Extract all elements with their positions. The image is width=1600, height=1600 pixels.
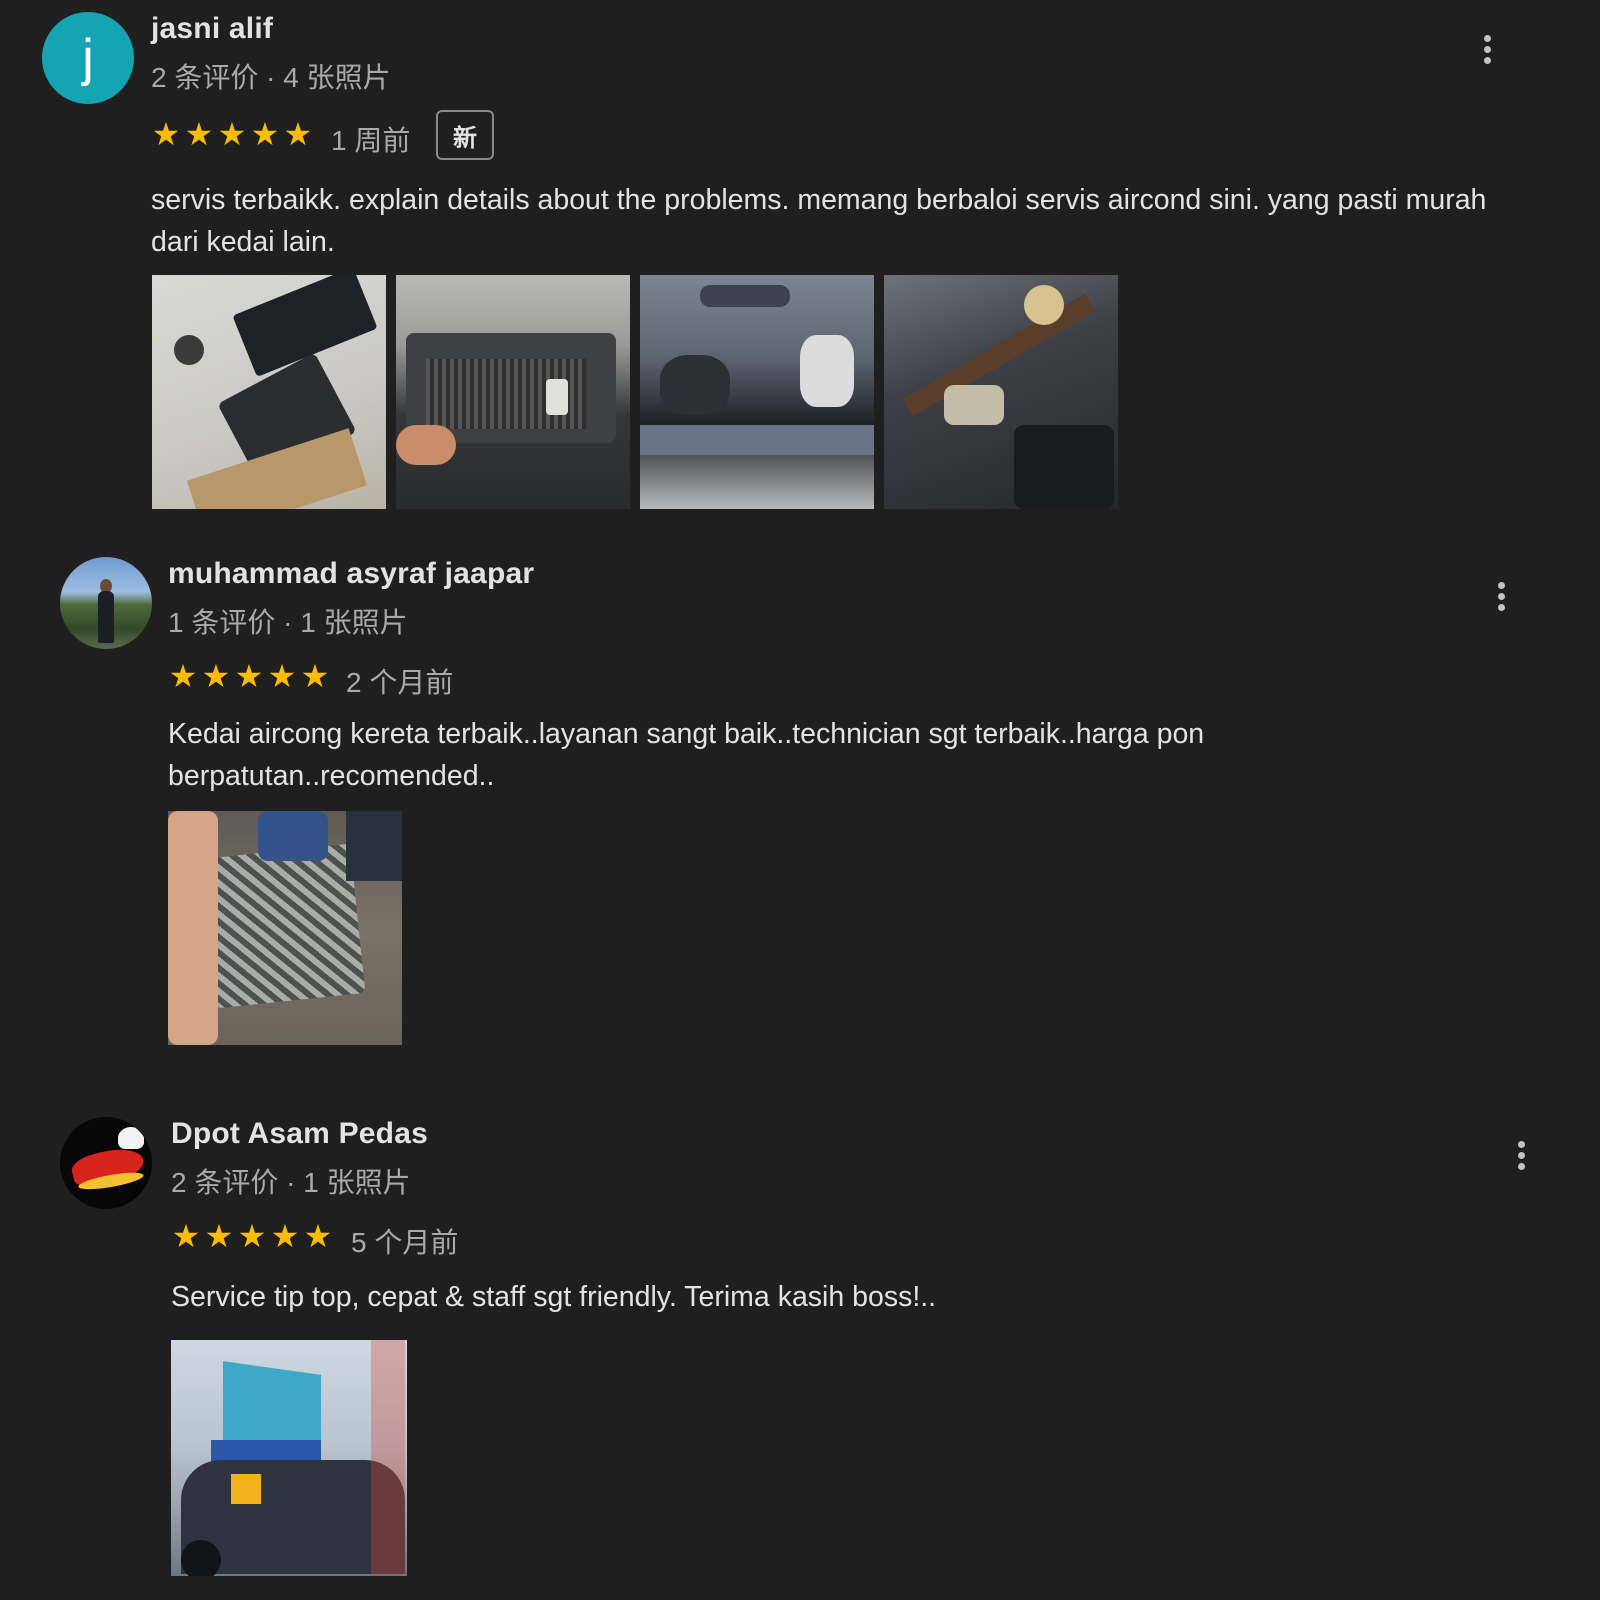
- reviewer-name[interactable]: jasni alif: [151, 12, 273, 46]
- star-icon: ★: [217, 115, 247, 153]
- avatar[interactable]: j: [42, 12, 134, 104]
- star-icon: ★: [151, 115, 181, 153]
- review-card: Dpot Asam Pedas 2 条评价 · 1 张照片 ★ ★ ★ ★ ★ …: [0, 1105, 1600, 1600]
- review-photo[interactable]: [152, 275, 386, 509]
- star-rating: ★ ★ ★ ★ ★: [171, 1217, 333, 1255]
- star-rating: ★ ★ ★ ★ ★: [151, 115, 313, 153]
- star-icon: ★: [237, 1217, 267, 1255]
- review-card: j jasni alif 2 条评价 · 4 张照片 ★ ★ ★ ★ ★ 1 周…: [0, 0, 1600, 520]
- star-icon: ★: [303, 1217, 333, 1255]
- star-icon: ★: [250, 115, 280, 153]
- star-icon: ★: [234, 657, 264, 695]
- star-icon: ★: [171, 1217, 201, 1255]
- review-text: Kedai aircong kereta terbaik..layanan sa…: [168, 718, 1205, 792]
- star-icon: ★: [168, 657, 198, 695]
- reviewer-name[interactable]: muhammad asyraf jaapar: [168, 557, 534, 591]
- star-rating: ★ ★ ★ ★ ★: [168, 657, 330, 695]
- review-photo[interactable]: [171, 1340, 407, 1576]
- avatar[interactable]: [60, 1117, 152, 1209]
- new-badge: 新: [436, 110, 494, 160]
- review-time: 5 个月前: [351, 1227, 459, 1258]
- review-text: Service tip top, cepat & staff sgt frien…: [171, 1281, 937, 1313]
- avatar[interactable]: [60, 557, 152, 649]
- more-vert-icon[interactable]: [1486, 574, 1516, 618]
- reviewer-name[interactable]: Dpot Asam Pedas: [171, 1117, 428, 1151]
- star-icon: ★: [300, 657, 330, 695]
- star-icon: ★: [204, 1217, 234, 1255]
- star-icon: ★: [184, 115, 214, 153]
- star-icon: ★: [267, 657, 297, 695]
- review-photo[interactable]: [168, 811, 402, 1045]
- star-icon: ★: [270, 1217, 300, 1255]
- more-vert-icon[interactable]: [1506, 1133, 1536, 1177]
- review-time: 1 周前: [331, 125, 411, 156]
- review-text: servis terbaikk. explain details about t…: [151, 184, 1487, 258]
- star-icon: ★: [201, 657, 231, 695]
- review-time: 2 个月前: [346, 667, 454, 698]
- review-photo[interactable]: [640, 275, 874, 509]
- review-card: muhammad asyraf jaapar 1 条评价 · 1 张照片 ★ ★…: [0, 545, 1600, 1085]
- reviewer-meta: 2 条评价 · 4 张照片: [151, 62, 391, 93]
- star-icon: ★: [283, 115, 313, 153]
- avatar-initial: j: [82, 29, 94, 87]
- more-vert-icon[interactable]: [1472, 27, 1502, 71]
- reviewer-meta: 1 条评价 · 1 张照片: [168, 607, 408, 638]
- review-photo[interactable]: [396, 275, 630, 509]
- reviewer-meta: 2 条评价 · 1 张照片: [171, 1167, 411, 1198]
- review-photo[interactable]: [884, 275, 1118, 509]
